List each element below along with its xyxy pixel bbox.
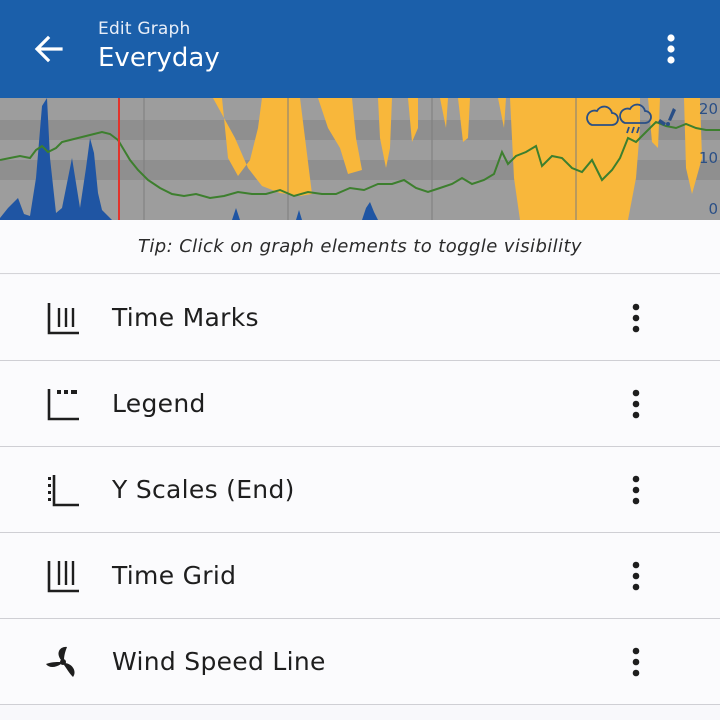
page-subtitle: Edit Graph	[98, 19, 191, 39]
graph-canvas[interactable]	[0, 98, 720, 220]
time-marks-icon	[47, 302, 79, 334]
list-item-time-marks[interactable]: Time Marks	[0, 275, 720, 361]
list-item-legend[interactable]: Legend	[0, 361, 720, 447]
item-menu-button[interactable]	[614, 379, 658, 429]
list-item-wind-speed-line[interactable]: Wind Speed Line	[0, 619, 720, 705]
more-vertical-icon	[632, 647, 640, 676]
graph-elements-list: Time Marks Legend Y Scales (End) Time Gr…	[0, 275, 720, 705]
more-vertical-icon	[632, 561, 640, 590]
arrow-left-icon	[34, 35, 63, 63]
y-scale-label: 20	[698, 100, 718, 118]
wind-turbine-icon	[46, 646, 75, 677]
legend-icon	[47, 388, 79, 420]
list-item-time-grid[interactable]: Time Grid	[0, 533, 720, 619]
y-scale-label: 0	[708, 200, 718, 218]
list-item-label: Time Grid	[112, 561, 237, 590]
item-menu-button[interactable]	[614, 551, 658, 601]
more-vertical-icon	[632, 389, 640, 418]
y-scales-icon	[48, 474, 79, 506]
more-vertical-icon	[632, 303, 640, 332]
list-item-label: Y Scales (End)	[112, 475, 295, 504]
list-item-y-scales[interactable]: Y Scales (End)	[0, 447, 720, 533]
graph-preview[interactable]: 20 10 0	[0, 98, 720, 220]
list-item-label: Time Marks	[112, 303, 259, 332]
time-grid-icon	[47, 560, 79, 592]
item-menu-button[interactable]	[614, 293, 658, 343]
tip-text: Tip: Click on graph elements to toggle v…	[0, 220, 720, 274]
back-button[interactable]	[24, 26, 74, 72]
title-block: Edit Graph Everyday	[98, 19, 220, 73]
page-title: Everyday	[98, 43, 220, 73]
y-scale-label: 10	[698, 149, 718, 167]
list-item-label: Legend	[112, 389, 206, 418]
overflow-menu-button[interactable]	[646, 26, 696, 72]
more-vertical-icon	[632, 475, 640, 504]
list-item-label: Wind Speed Line	[112, 647, 326, 676]
more-vertical-icon	[667, 34, 675, 64]
app-bar: Edit Graph Everyday	[0, 0, 720, 98]
item-menu-button[interactable]	[614, 465, 658, 515]
item-menu-button[interactable]	[614, 637, 658, 687]
